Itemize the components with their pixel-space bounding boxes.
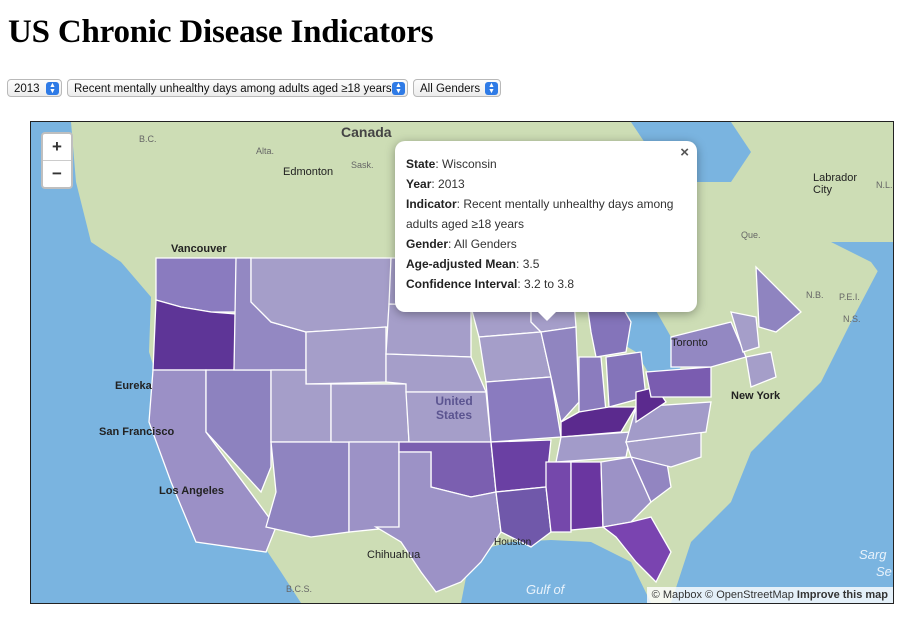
indicator-select-value: Recent mentally unhealthy days among adu…: [74, 83, 392, 95]
city-label-eureka: Eureka: [115, 380, 152, 392]
popup-state-row: State: Wisconsin: [406, 157, 497, 171]
zoom-in-button[interactable]: +: [43, 134, 71, 161]
city-label-new-york: New York: [731, 390, 781, 402]
popup-tip: [537, 311, 557, 321]
place-label-bc: B.C.: [139, 134, 157, 144]
state-tenn: [555, 431, 632, 463]
place-label-sask: Sask.: [351, 160, 374, 170]
popup-year-value: 2013: [438, 177, 465, 191]
sea-label-se: Se: [876, 564, 892, 579]
state-pa: [645, 366, 712, 398]
city-label-los-angeles: Los Angeles: [159, 485, 224, 497]
place-label-alta: Alta.: [256, 146, 275, 156]
map-attribution: © Mapbox © OpenStreetMap Improve this ma…: [646, 587, 893, 603]
popup-ci-value: 3.2 to 3.8: [524, 277, 575, 291]
popup-year-row: Year: 2013: [406, 177, 465, 191]
attribution-mapbox-link[interactable]: © Mapbox: [652, 589, 702, 601]
indicator-select[interactable]: Recent mentally unhealthy days among adu…: [67, 79, 408, 97]
choropleth-map[interactable]: Canada B.C. Alta. Sask. Edmonton Vancouv…: [30, 121, 894, 604]
country-label-canada: Canada: [341, 124, 392, 140]
select-arrows-icon: ▲ ▼: [392, 82, 405, 95]
place-label-bcs: B.C.S.: [286, 584, 313, 594]
popup-indicator-label: Indicator: [406, 197, 457, 211]
popup-gender-value: All Genders: [454, 237, 517, 251]
gender-select[interactable]: All Genders ▲ ▼: [413, 79, 501, 97]
state-iowa: [478, 331, 552, 383]
state-ala: [570, 461, 604, 531]
city-label-toronto: Toronto: [671, 337, 708, 349]
popup-state-value: Wisconsin: [442, 157, 497, 171]
state-mo: [485, 376, 562, 443]
popup-ci-row: Confidence Interval: 3.2 to 3.8: [406, 277, 575, 291]
state-ark: [490, 439, 552, 493]
state-info-popup: × State: Wisconsin Year: 2013 Indicator:…: [395, 141, 697, 321]
zoom-out-button[interactable]: −: [43, 161, 71, 187]
year-select-value: 2013: [14, 83, 40, 95]
state-nm: [348, 441, 400, 533]
city-label-vancouver: Vancouver: [171, 243, 227, 255]
state-ariz: [265, 441, 350, 538]
select-arrows-icon: ▲ ▼: [485, 82, 498, 95]
page-title: US Chronic Disease Indicators: [8, 14, 434, 50]
gender-select-value: All Genders: [420, 83, 481, 95]
state-miss: [545, 461, 572, 533]
sea-label-gulf: Gulf of: [526, 582, 565, 597]
popup-gender-row: Gender: All Genders: [406, 237, 517, 251]
popup-gender-label: Gender: [406, 237, 449, 251]
place-label-ns: N.S.: [843, 314, 861, 324]
country-label-us: United States: [435, 394, 473, 422]
place-label-que: Que.: [741, 230, 761, 240]
state-ind: [578, 356, 607, 413]
place-label-nl: N.L.: [876, 180, 893, 190]
popup-close-button[interactable]: ×: [680, 143, 689, 163]
popup-mean-row: Age-adjusted Mean: 3.5: [406, 257, 540, 271]
city-label-edmonton: Edmonton: [283, 166, 334, 178]
improve-map-link[interactable]: Improve this map: [797, 589, 888, 601]
place-label-nb: N.B.: [806, 290, 824, 300]
zoom-control: + −: [41, 132, 73, 189]
city-label-san-francisco: San Francisco: [99, 426, 175, 438]
popup-ci-label: Confidence Interval: [406, 277, 518, 291]
popup-mean-label: Age-adjusted Mean: [406, 257, 517, 271]
year-select[interactable]: 2013 ▲ ▼: [7, 79, 62, 97]
popup-mean-value: 3.5: [522, 257, 540, 271]
city-label-houston: Houston: [494, 537, 532, 548]
place-label-pei: P.E.I.: [839, 292, 860, 302]
state-wyo: [305, 326, 387, 385]
city-label-labrador-city: Labrador City: [813, 172, 858, 196]
city-label-chihuahua: Chihuahua: [367, 549, 421, 561]
popup-state-label: State: [406, 157, 436, 171]
attribution-osm-link[interactable]: © OpenStreetMap: [705, 589, 794, 601]
sea-label-sargasso: Sarg: [859, 547, 887, 562]
state-mont: [250, 257, 392, 333]
popup-indicator-row: Indicator: Recent mentally unhealthy day…: [406, 197, 674, 231]
state-colo: [330, 383, 410, 443]
select-arrows-icon: ▲ ▼: [46, 82, 59, 95]
popup-year-label: Year: [406, 177, 432, 191]
